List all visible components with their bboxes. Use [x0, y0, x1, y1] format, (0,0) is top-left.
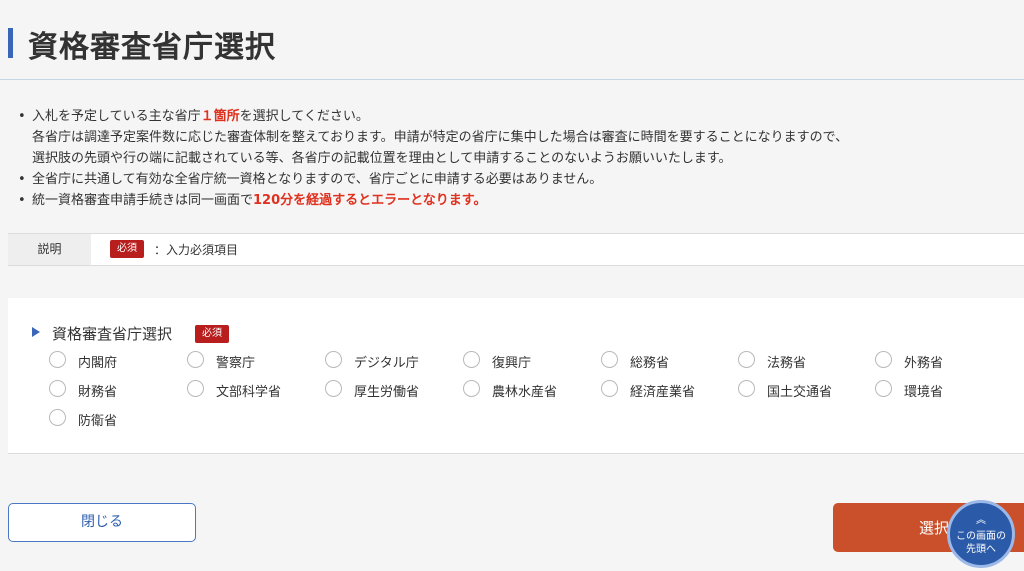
section-required-badge: 必須 — [195, 325, 229, 343]
radio-button[interactable] — [325, 351, 342, 368]
radio-button[interactable] — [463, 380, 480, 397]
note-line-2: 各省庁は調達予定案件数に応じた審査体制を整えております。申請が特定の省庁に集中し… — [32, 130, 849, 145]
page-header: 資格審査省庁選択 — [0, 0, 1024, 80]
note-emphasis-timeout: 120分を経過するとエラーとなります。 — [253, 193, 487, 208]
radio-button[interactable] — [601, 380, 618, 397]
option-label: 文部科学省 — [216, 385, 282, 400]
radio-button[interactable] — [187, 351, 204, 368]
select-button-label: 選択 — [919, 519, 950, 537]
option-label: デジタル庁 — [354, 356, 419, 371]
radio-button[interactable] — [738, 380, 755, 397]
description-row: 説明 必須 ：入力必須項目 — [8, 233, 1024, 266]
note-line-4: 全省庁に共通して有効な全省庁統一資格となりますので、省庁ごとに申請する必要はあり… — [18, 169, 1008, 190]
radio-button[interactable] — [49, 351, 66, 368]
option-label: 総務省 — [630, 356, 670, 371]
option-label: 外務省 — [904, 356, 944, 371]
chevron-double-up-icon: ︽ — [976, 515, 986, 526]
radio-button[interactable] — [49, 380, 66, 397]
radio-button[interactable] — [325, 380, 342, 397]
radio-button[interactable] — [187, 380, 204, 397]
option-label: 警察庁 — [216, 356, 256, 371]
description-text: ：入力必須項目 — [154, 243, 239, 257]
section-title: 資格審査省庁選択 — [52, 325, 173, 343]
note-line-1: 入札を予定している主な省庁１箇所を選択してください。 — [18, 106, 1008, 127]
note-line-3: 選択肢の先頭や行の端に記載されている等、各省庁の記載位置を理由として申請すること… — [32, 151, 732, 166]
option-label: 法務省 — [767, 356, 807, 371]
radio-button[interactable] — [463, 351, 480, 368]
option-label: 国土交通省 — [767, 385, 833, 400]
option-label: 環境省 — [904, 385, 944, 400]
option-label: 防衛省 — [78, 414, 118, 429]
radio-button[interactable] — [875, 351, 892, 368]
instruction-notes: 入札を予定している主な省庁１箇所を選択してください。 各省庁は調達予定案件数に応… — [18, 106, 1008, 211]
radio-button[interactable] — [875, 380, 892, 397]
scroll-to-top-button[interactable]: ︽ この画面の 先頭へ — [947, 500, 1015, 568]
page-title: 資格審査省庁選択 — [28, 30, 276, 65]
note-line-5: 統一資格審査申請手続きは同一画面で120分を経過するとエラーとなります。 — [18, 190, 1008, 211]
note-emphasis-count: １箇所 — [200, 109, 240, 124]
title-accent-bar — [8, 28, 13, 58]
option-label: 厚生労働省 — [354, 385, 420, 400]
triangle-right-icon — [32, 327, 40, 337]
option-label: 内閣府 — [78, 356, 118, 371]
ministry-selection-panel: 資格審査省庁選択 必須 内閣府 警察庁 デジタル庁 復興庁 総務省 法務省 外務… — [8, 298, 1024, 454]
close-button[interactable]: 閉じる — [8, 503, 196, 542]
radio-button[interactable] — [49, 409, 66, 426]
option-label: 財務省 — [78, 385, 118, 400]
radio-button[interactable] — [738, 351, 755, 368]
required-badge: 必須 — [110, 240, 144, 258]
scroll-to-top-label: この画面の 先頭へ — [956, 531, 1006, 555]
radio-button[interactable] — [601, 351, 618, 368]
option-label: 経済産業省 — [630, 385, 696, 400]
option-label: 農林水産省 — [492, 385, 558, 400]
description-label: 説明 — [8, 234, 91, 265]
option-label: 復興庁 — [492, 356, 532, 371]
